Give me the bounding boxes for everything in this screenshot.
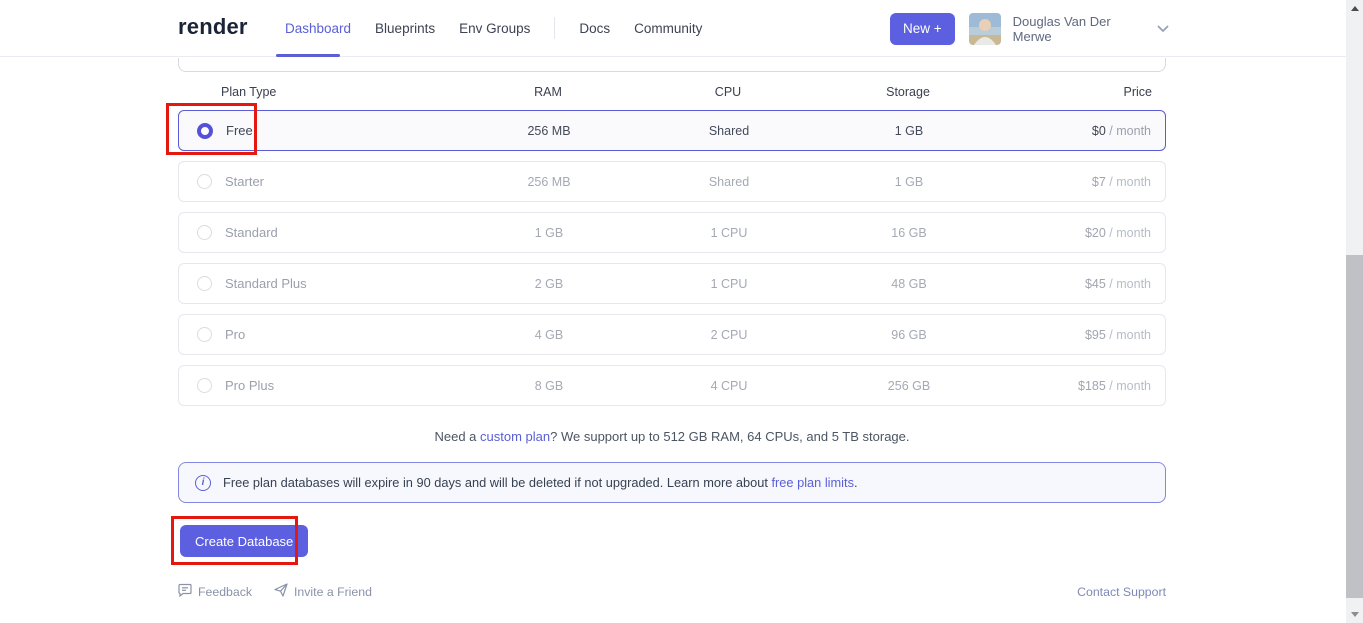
plan-ram: 2 GB [434,277,664,291]
col-ram: RAM [433,85,663,99]
plan-price-suffix: / month [1106,124,1151,138]
plan-name: Starter [225,174,264,189]
plan-price-suffix: / month [1106,226,1151,240]
plan-price: $7 [1092,175,1106,189]
paper-plane-icon [274,583,288,600]
plan-row-standard[interactable]: Standard 1 GB 1 CPU 16 GB $20 / month [178,212,1166,253]
feedback-link[interactable]: Feedback [178,583,252,600]
col-cpu: CPU [663,85,793,99]
plan-storage: 16 GB [794,226,1024,240]
user-avatar[interactable] [969,13,1001,45]
contact-support-link[interactable]: Contact Support [1077,585,1166,599]
plan-name: Standard [225,225,278,240]
nav-divider [554,17,555,39]
nav-community[interactable]: Community [634,21,702,36]
annotation-box-create-button [171,516,298,565]
plan-price: $185 [1078,379,1106,393]
plan-price: $95 [1085,328,1106,342]
feedback-label: Feedback [198,585,252,599]
banner-message: Free plan databases will expire in 90 da… [223,475,771,490]
plan-price: $0 [1092,124,1106,138]
new-button[interactable]: New + [890,13,955,45]
banner-suffix: . [854,475,858,490]
plan-storage: 256 GB [794,379,1024,393]
plan-storage: 48 GB [794,277,1024,291]
page: render Dashboard Blueprints Env Groups D… [0,0,1363,623]
plan-row-free[interactable]: Free 256 MB Shared 1 GB $0 / month [178,110,1166,151]
plan-ram: 256 MB [434,175,664,189]
user-name[interactable]: Douglas Van Der Merwe [1013,14,1145,44]
nav-blueprints[interactable]: Blueprints [375,21,435,36]
plan-price-suffix: / month [1106,328,1151,342]
previous-field-cutoff [178,58,1166,72]
scroll-up-arrow[interactable] [1346,0,1363,17]
nav-dashboard[interactable]: Dashboard [285,21,351,36]
footer: Feedback Invite a Friend Contact Support [178,583,1166,600]
vertical-scrollbar[interactable] [1346,0,1363,623]
plan-storage: 96 GB [794,328,1024,342]
radio-icon[interactable] [197,276,212,291]
plan-row-standard-plus[interactable]: Standard Plus 2 GB 1 CPU 48 GB $45 / mon… [178,263,1166,304]
plan-storage: 1 GB [794,175,1024,189]
top-bar-right: New + Douglas Van Der Merwe [890,0,1169,57]
nav-docs[interactable]: Docs [579,21,610,36]
plan-row-pro-plus[interactable]: Pro Plus 8 GB 4 CPU 256 GB $185 / month [178,365,1166,406]
plan-cpu: 1 CPU [664,226,794,240]
free-plan-limits-link[interactable]: free plan limits [771,475,854,490]
custom-plan-link[interactable]: custom plan [480,429,550,444]
radio-icon[interactable] [197,327,212,342]
scroll-down-arrow[interactable] [1346,606,1363,623]
plan-price-suffix: / month [1106,277,1151,291]
radio-icon[interactable] [197,225,212,240]
plan-price: $45 [1085,277,1106,291]
plan-cpu: 1 CPU [664,277,794,291]
plan-row-pro[interactable]: Pro 4 GB 2 CPU 96 GB $95 / month [178,314,1166,355]
custom-plan-note: Need a custom plan? We support up to 512… [178,429,1166,444]
plan-ram: 4 GB [434,328,664,342]
plan-cpu: Shared [664,124,794,138]
plan-storage: 1 GB [794,124,1024,138]
scrollbar-thumb[interactable] [1346,255,1363,598]
plan-price: $20 [1085,226,1106,240]
top-bar: render Dashboard Blueprints Env Groups D… [0,0,1346,57]
banner-text: Free plan databases will expire in 90 da… [223,475,858,490]
chevron-down-icon[interactable] [1157,25,1169,33]
plan-price-suffix: / month [1106,175,1151,189]
col-plan-type: Plan Type [178,85,433,99]
col-storage: Storage [793,85,1023,99]
plan-cpu: Shared [664,175,794,189]
info-icon: i [195,475,211,491]
feedback-icon [178,583,192,600]
plan-name: Pro [225,327,245,342]
custom-plan-prefix: Need a [434,429,480,444]
active-tab-underline [276,54,340,57]
plan-ram: 256 MB [434,124,664,138]
invite-friend-link[interactable]: Invite a Friend [274,583,372,600]
plan-name: Pro Plus [225,378,274,393]
nav-env-groups[interactable]: Env Groups [459,21,530,36]
annotation-box-free-radio [166,103,257,155]
radio-icon[interactable] [197,174,212,189]
main-nav: Dashboard Blueprints Env Groups Docs Com… [285,0,702,56]
plan-ram: 1 GB [434,226,664,240]
plan-name: Standard Plus [225,276,307,291]
plan-cpu: 4 CPU [664,379,794,393]
plan-cpu: 2 CPU [664,328,794,342]
render-logo[interactable]: render [178,14,248,40]
plan-ram: 8 GB [434,379,664,393]
custom-plan-suffix: ? We support up to 512 GB RAM, 64 CPUs, … [550,429,909,444]
free-plan-banner: i Free plan databases will expire in 90 … [178,462,1166,503]
plan-price-suffix: / month [1106,379,1151,393]
radio-icon[interactable] [197,378,212,393]
col-price: Price [1023,85,1166,99]
plan-rows: Free 256 MB Shared 1 GB $0 / month Start… [178,110,1166,416]
plan-row-starter[interactable]: Starter 256 MB Shared 1 GB $7 / month [178,161,1166,202]
invite-label: Invite a Friend [294,585,372,599]
plan-table-header: Plan Type RAM CPU Storage Price [178,84,1166,100]
